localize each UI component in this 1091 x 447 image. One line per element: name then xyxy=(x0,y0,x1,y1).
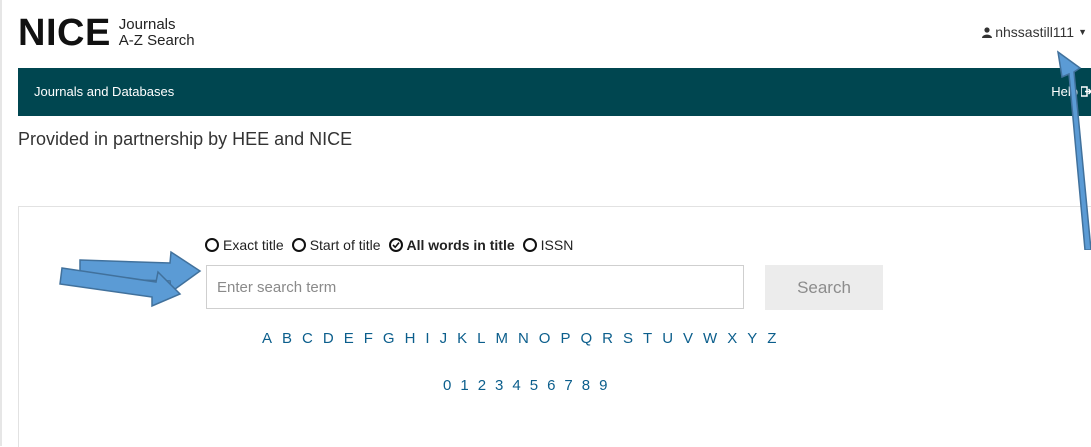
page-left-border xyxy=(0,0,2,446)
digit-link-5[interactable]: 5 xyxy=(530,377,538,394)
search-button[interactable]: Search xyxy=(765,265,883,310)
radio-label: ISSN xyxy=(540,237,574,253)
letter-link-u[interactable]: U xyxy=(662,330,673,347)
partnership-heading: Provided in partnership by HEE and NICE xyxy=(18,129,353,149)
digit-link-2[interactable]: 2 xyxy=(478,377,486,394)
user-icon xyxy=(982,26,993,38)
letter-link-b[interactable]: B xyxy=(282,330,292,347)
letter-link-y[interactable]: Y xyxy=(747,330,757,347)
radio-label: Start of title xyxy=(309,237,381,253)
letter-link-k[interactable]: K xyxy=(457,330,467,347)
digit-link-3[interactable]: 3 xyxy=(495,377,503,394)
radio-all-words-in-title[interactable]: All words in title xyxy=(388,237,515,253)
letter-link-d[interactable]: D xyxy=(323,330,334,347)
radio-unchecked-icon xyxy=(522,238,537,252)
username: nhssastill111 xyxy=(995,24,1075,40)
letter-link-z[interactable]: Z xyxy=(767,330,776,347)
letter-link-q[interactable]: Q xyxy=(580,330,592,347)
letter-link-a[interactable]: A xyxy=(262,330,272,347)
digit-index: 0123456789 xyxy=(443,377,616,394)
letter-link-j[interactable]: J xyxy=(440,330,448,347)
user-menu[interactable]: nhssastill111 ▼ xyxy=(982,24,1087,40)
letter-link-t[interactable]: T xyxy=(643,330,652,347)
radio-label: Exact title xyxy=(223,237,284,253)
digit-link-4[interactable]: 4 xyxy=(512,377,520,394)
letter-link-i[interactable]: I xyxy=(425,330,429,347)
letter-link-s[interactable]: S xyxy=(623,330,633,347)
nice-logo[interactable]: NICE Journals A-Z Search xyxy=(18,14,195,52)
radio-unchecked-icon xyxy=(291,238,306,252)
letter-link-w[interactable]: W xyxy=(703,330,717,347)
letter-link-h[interactable]: H xyxy=(405,330,416,347)
letter-link-m[interactable]: M xyxy=(495,330,508,347)
logo-line-az-search: A-Z Search xyxy=(118,32,195,49)
digit-link-1[interactable]: 1 xyxy=(460,377,468,394)
digit-link-6[interactable]: 6 xyxy=(547,377,555,394)
letter-link-l[interactable]: L xyxy=(477,330,485,347)
letter-link-e[interactable]: E xyxy=(344,330,354,347)
annotation-arrow-search-input xyxy=(59,267,182,308)
radio-checked-icon xyxy=(388,238,403,252)
search-type-radio-group: Exact title Start of title All words in … xyxy=(205,237,581,253)
main-navbar: Journals and Databases Help xyxy=(18,68,1091,116)
letter-link-o[interactable]: O xyxy=(539,330,551,347)
letter-link-p[interactable]: P xyxy=(560,330,570,347)
search-input[interactable] xyxy=(206,265,744,309)
digit-link-7[interactable]: 7 xyxy=(564,377,572,394)
annotation-arrow-user-menu xyxy=(1056,50,1091,250)
radio-issn[interactable]: ISSN xyxy=(522,237,574,253)
letter-link-x[interactable]: X xyxy=(727,330,737,347)
chevron-down-icon: ▼ xyxy=(1078,27,1087,37)
letter-link-g[interactable]: G xyxy=(383,330,395,347)
radio-unchecked-icon xyxy=(205,238,219,252)
letter-link-n[interactable]: N xyxy=(518,330,529,347)
radio-start-of-title[interactable]: Start of title xyxy=(291,237,381,253)
logo-line-journals: Journals xyxy=(118,16,176,33)
nav-journals-and-databases[interactable]: Journals and Databases xyxy=(34,84,174,99)
letter-link-f[interactable]: F xyxy=(364,330,373,347)
radio-exact-title[interactable]: Exact title xyxy=(205,237,284,253)
alphabet-index: ABCDEFGHIJKLMNOPQRSTUVWXYZ xyxy=(262,330,786,347)
letter-link-r[interactable]: R xyxy=(602,330,613,347)
radio-label: All words in title xyxy=(406,237,515,253)
digit-link-8[interactable]: 8 xyxy=(582,377,590,394)
logo-mark: NICE xyxy=(18,12,111,54)
digit-link-9[interactable]: 9 xyxy=(599,377,607,394)
letter-link-c[interactable]: C xyxy=(302,330,313,347)
logo-subtitle: Journals A-Z Search xyxy=(119,17,195,49)
digit-link-0[interactable]: 0 xyxy=(443,377,451,394)
letter-link-v[interactable]: V xyxy=(683,330,693,347)
